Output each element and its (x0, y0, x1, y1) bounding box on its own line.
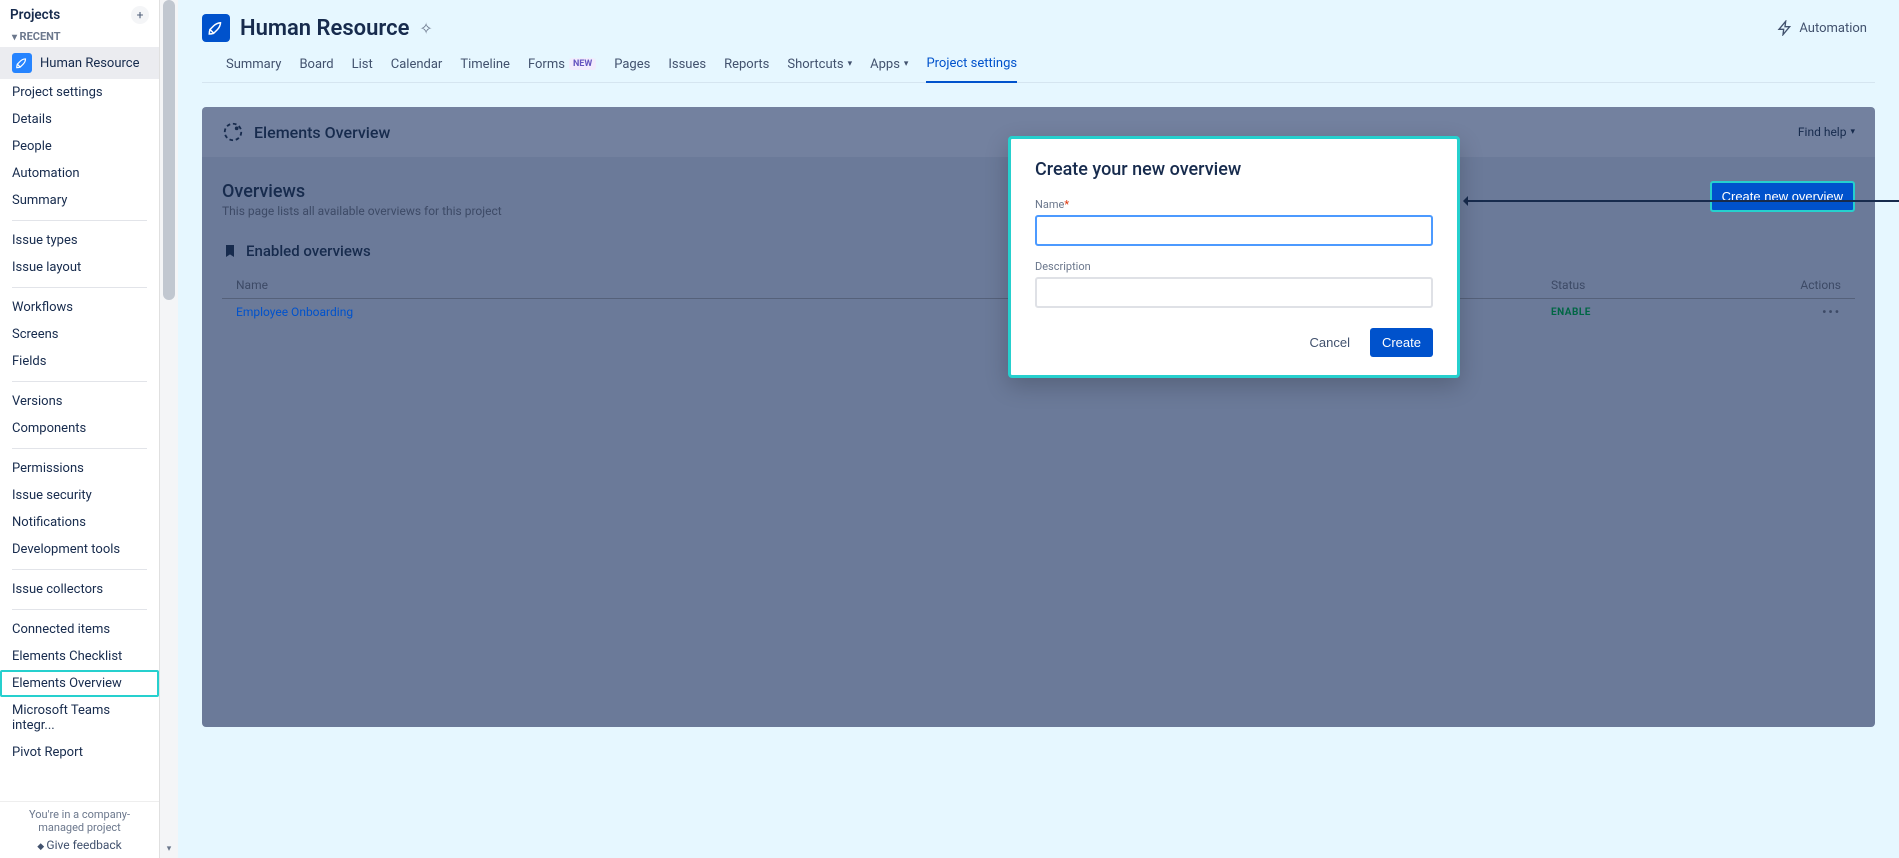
rocket-icon (12, 53, 32, 73)
chevron-down-icon: ▾ (1850, 127, 1855, 137)
row-actions-menu[interactable]: ••• (1761, 305, 1841, 319)
create-overview-modal: Create your new overview Name* Descripti… (1008, 136, 1460, 378)
recent-toggle[interactable]: RECENT (0, 26, 159, 47)
sidebar-item-elements-checklist[interactable]: Elements Checklist (0, 643, 159, 670)
sidebar-item-microsoft-teams-integr-[interactable]: Microsoft Teams integr... (0, 697, 159, 739)
modal-title: Create your new overview (1035, 159, 1433, 180)
bookmark-icon (222, 243, 238, 259)
sidebar-item-issue-collectors[interactable]: Issue collectors (0, 576, 159, 603)
name-label: Name* (1035, 198, 1433, 211)
sidebar-item-people[interactable]: People (0, 133, 159, 160)
sidebar-item-fields[interactable]: Fields (0, 348, 159, 375)
name-input[interactable] (1035, 215, 1433, 246)
sidebar-item-screens[interactable]: Screens (0, 321, 159, 348)
tab-apps[interactable]: Apps▾ (870, 56, 908, 82)
tab-project-settings[interactable]: Project settings (926, 56, 1017, 83)
sidebar-footer: You're in a company-managed project Give… (0, 801, 159, 858)
tabs: Summary Board List Calendar Timeline FormsNEW… (202, 42, 1875, 83)
col-status: Status (1551, 278, 1751, 292)
sidebar-item-permissions[interactable]: Permissions (0, 455, 159, 482)
sidebar-item-pivot-report[interactable]: Pivot Report (0, 739, 159, 766)
sidebar-item-summary[interactable]: Summary (0, 187, 159, 214)
add-project-icon[interactable]: + (131, 6, 149, 24)
sidebar-item-details[interactable]: Details (0, 106, 159, 133)
sidebar-item-components[interactable]: Components (0, 415, 159, 442)
sidebar-item-issue-layout[interactable]: Issue layout (0, 254, 159, 281)
project-name: Human Resource (40, 56, 140, 71)
create-button[interactable]: Create (1370, 328, 1433, 357)
scroll-down-icon[interactable]: ▾ (160, 840, 178, 858)
panel-title: Elements Overview (254, 123, 390, 142)
sidebar-header: Projects + (0, 0, 159, 26)
tab-reports[interactable]: Reports (724, 56, 769, 82)
tab-shortcuts[interactable]: Shortcuts▾ (787, 56, 852, 82)
sidebar-title: Projects (10, 7, 60, 23)
sidebar-item-automation[interactable]: Automation (0, 160, 159, 187)
status-badge: ENABLE (1551, 307, 1751, 318)
overview-logo-icon (222, 121, 244, 143)
tab-summary[interactable]: Summary (226, 56, 281, 82)
new-badge: NEW (569, 58, 596, 70)
enabled-heading: Enabled overviews (246, 242, 371, 260)
sidebar-item-issue-security[interactable]: Issue security (0, 482, 159, 509)
footer-note: You're in a company-managed project (8, 808, 151, 834)
nav-divider (12, 569, 147, 570)
tab-calendar[interactable]: Calendar (391, 56, 443, 82)
col-actions: Actions (1761, 278, 1841, 292)
tab-board[interactable]: Board (299, 56, 333, 82)
scrollbar-thumb[interactable] (163, 0, 175, 300)
sidebar-item-connected-items[interactable]: Connected items (0, 616, 159, 643)
overviews-subtitle: This page lists all available overviews … (222, 204, 502, 218)
star-icon[interactable]: ✧ (419, 19, 432, 38)
tab-list[interactable]: List (352, 56, 373, 82)
chevron-down-icon: ▾ (848, 59, 853, 69)
sidebar-item-notifications[interactable]: Notifications (0, 509, 159, 536)
bolt-icon (1777, 20, 1793, 36)
nav-divider (12, 448, 147, 449)
page-title: Human Resource (240, 16, 409, 41)
nav-divider (12, 381, 147, 382)
find-help-dropdown[interactable]: Find help ▾ (1798, 125, 1855, 139)
rocket-icon (202, 14, 230, 42)
sidebar-item-issue-types[interactable]: Issue types (0, 227, 159, 254)
sidebar-item-elements-overview[interactable]: Elements Overview (0, 670, 159, 697)
cancel-button[interactable]: Cancel (1300, 328, 1360, 357)
tab-pages[interactable]: Pages (614, 56, 650, 82)
sidebar-item-versions[interactable]: Versions (0, 388, 159, 415)
tab-issues[interactable]: Issues (668, 56, 706, 82)
sidebar: Projects + RECENT Human Resource Project… (0, 0, 160, 858)
main-content: Human Resource ✧ Automation Summary Board… (178, 0, 1899, 858)
nav-divider (12, 287, 147, 288)
sidebar-item-project-settings[interactable]: Project settings (0, 79, 159, 106)
description-input[interactable] (1035, 277, 1433, 308)
tab-timeline[interactable]: Timeline (460, 56, 510, 82)
sidebar-scrollbar[interactable]: ▾ (160, 0, 178, 858)
description-label: Description (1035, 260, 1433, 273)
sidebar-project-item[interactable]: Human Resource (0, 47, 159, 79)
sidebar-item-workflows[interactable]: Workflows (0, 294, 159, 321)
nav-divider (12, 609, 147, 610)
annotation-arrow (1466, 200, 1899, 202)
overviews-heading: Overviews (222, 181, 502, 202)
sidebar-item-development-tools[interactable]: Development tools (0, 536, 159, 563)
create-new-overview-button[interactable]: Create new overview (1710, 181, 1855, 212)
nav-divider (12, 220, 147, 221)
chevron-down-icon: ▾ (904, 59, 909, 69)
give-feedback-link[interactable]: Give feedback (8, 838, 151, 852)
tab-forms[interactable]: FormsNEW (528, 56, 596, 82)
automation-button[interactable]: Automation (1769, 16, 1875, 40)
